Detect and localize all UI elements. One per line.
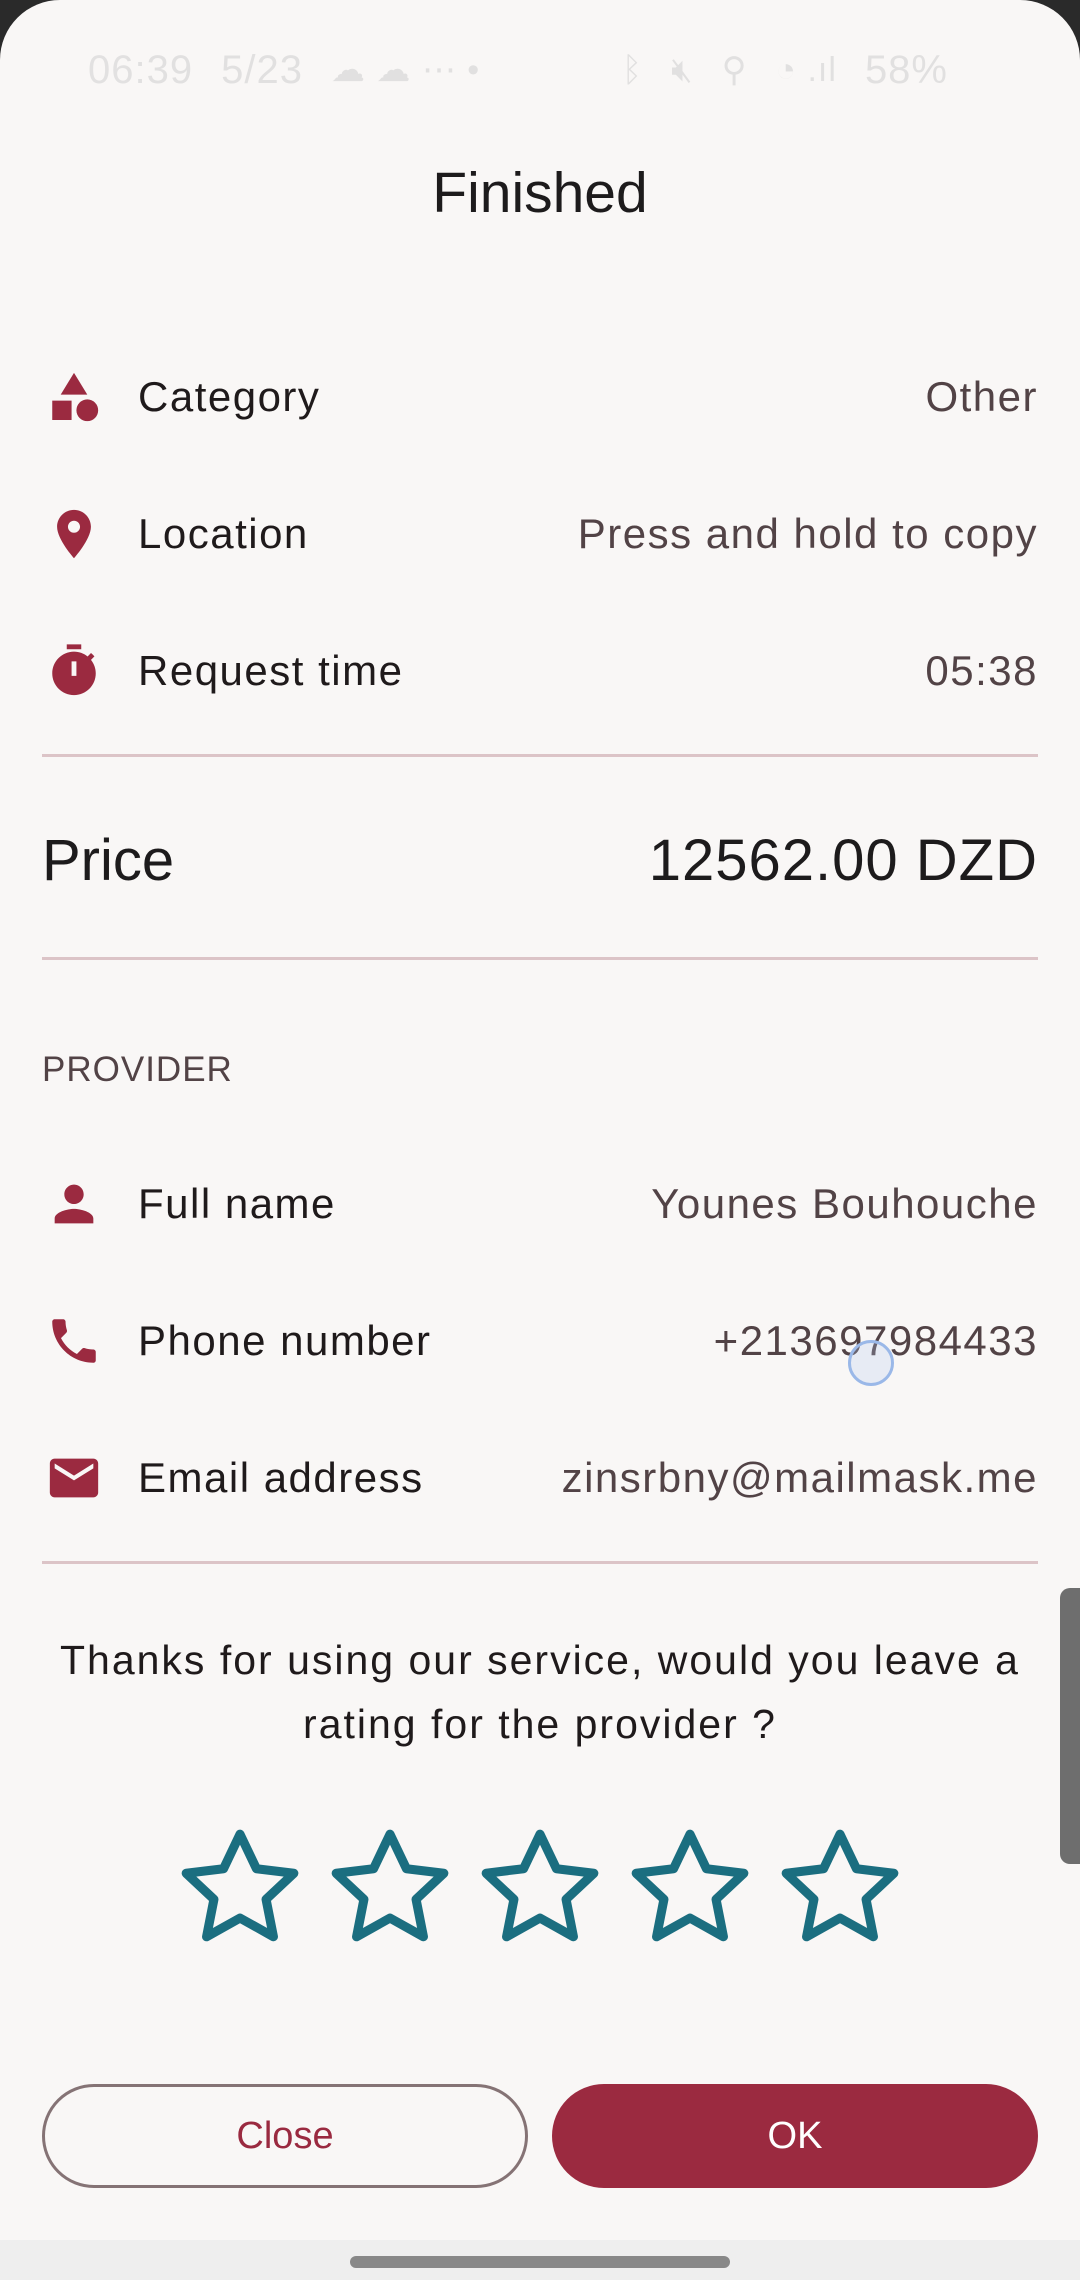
location-status-icon: ⚲ bbox=[721, 51, 748, 89]
scrollbar-thumb[interactable] bbox=[1060, 1588, 1080, 1864]
email-icon bbox=[42, 1446, 106, 1510]
ok-button[interactable]: OK bbox=[552, 2084, 1038, 2188]
star-4-icon[interactable] bbox=[622, 1820, 758, 1956]
provider-section-header: PROVIDER bbox=[42, 1050, 233, 1089]
star-1-icon[interactable] bbox=[172, 1820, 308, 1956]
price-value: 12562.00 DZD bbox=[648, 827, 1038, 893]
divider bbox=[42, 1561, 1038, 1564]
full-name-value: Younes Bouhouche bbox=[651, 1180, 1038, 1227]
person-icon bbox=[42, 1172, 106, 1236]
signal-icon: ◔ .ıl bbox=[775, 50, 837, 89]
price-row: Price 12562.00 DZD bbox=[42, 810, 1038, 910]
rating-stars bbox=[0, 1820, 1080, 1956]
status-time: 06:39 bbox=[88, 47, 194, 92]
timer-icon bbox=[42, 639, 106, 703]
email-address-value[interactable]: zinsrbny@mailmask.me bbox=[562, 1454, 1038, 1502]
close-button[interactable]: Close bbox=[42, 2084, 528, 2188]
status-date: 5/23 bbox=[221, 47, 303, 92]
dialog-screen: 06:39 5/23 ☁ ☁ ⋯ • ᛒ 🔇︎ ⚲ ◔ .ıl 58% Fini… bbox=[0, 0, 1080, 2280]
category-value: Other bbox=[925, 373, 1038, 420]
category-shapes-icon bbox=[42, 365, 106, 429]
battery-level: 58% bbox=[864, 47, 948, 92]
request-time-value: 05:38 bbox=[925, 647, 1038, 694]
home-gesture-handle[interactable] bbox=[350, 2256, 730, 2268]
phone-number-label: Phone number bbox=[138, 1317, 432, 1364]
full-name-row: Full name Younes Bouhouche bbox=[42, 1159, 1038, 1249]
email-address-label: Email address bbox=[138, 1454, 424, 1501]
category-row: Category Other bbox=[42, 352, 1038, 442]
location-value[interactable]: Press and hold to copy bbox=[578, 510, 1038, 558]
star-3-icon[interactable] bbox=[472, 1820, 608, 1956]
location-label: Location bbox=[138, 510, 309, 557]
notification-icons: ☁ ☁ ⋯ • bbox=[330, 51, 481, 89]
request-time-label: Request time bbox=[138, 647, 404, 694]
location-pin-icon bbox=[42, 502, 106, 566]
divider bbox=[42, 957, 1038, 960]
request-time-row: Request time 05:38 bbox=[42, 626, 1038, 716]
full-name-label: Full name bbox=[138, 1180, 336, 1227]
dialog-title: Finished bbox=[432, 161, 648, 225]
status-bar: 06:39 5/23 ☁ ☁ ⋯ • ᛒ 🔇︎ ⚲ ◔ .ıl 58% bbox=[88, 40, 948, 100]
rating-prompt: Thanks for using our service, would you … bbox=[59, 1637, 1020, 1747]
star-5-icon[interactable] bbox=[772, 1820, 908, 1956]
price-label: Price bbox=[42, 827, 175, 893]
mute-icon: 🔇︎ bbox=[671, 50, 694, 89]
touch-indicator bbox=[848, 1340, 894, 1386]
email-address-row[interactable]: Email address zinsrbny@mailmask.me bbox=[42, 1433, 1038, 1523]
divider bbox=[42, 754, 1038, 757]
location-row[interactable]: Location Press and hold to copy bbox=[42, 489, 1038, 579]
phone-icon bbox=[42, 1309, 106, 1373]
star-2-icon[interactable] bbox=[322, 1820, 458, 1956]
bluetooth-icon: ᛒ bbox=[621, 50, 644, 89]
category-label: Category bbox=[138, 373, 321, 420]
